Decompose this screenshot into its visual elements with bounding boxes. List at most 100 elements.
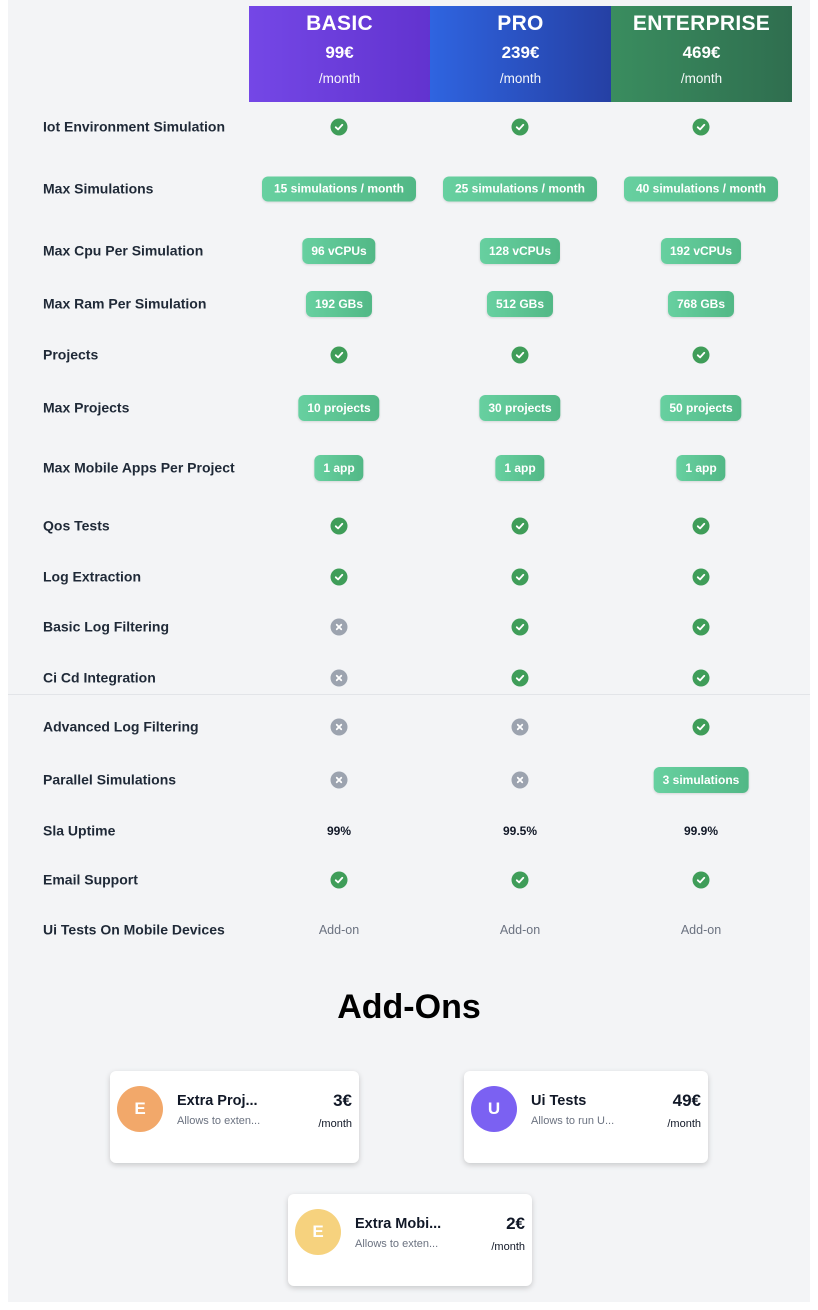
feature-cell bbox=[692, 718, 710, 736]
feature-cell bbox=[511, 871, 529, 889]
feature-cell: 99% bbox=[327, 824, 351, 838]
feature-cell: 30 projects bbox=[479, 395, 561, 421]
plan-period: /month bbox=[318, 71, 361, 86]
feature-label: Advanced Log Filtering bbox=[43, 718, 199, 735]
check-icon bbox=[511, 346, 529, 364]
feature-label: Max Simulations bbox=[43, 180, 154, 197]
value-badge: 10 projects bbox=[298, 395, 380, 421]
value-badge: 192 GBs bbox=[305, 291, 373, 317]
feature-cell bbox=[692, 118, 710, 136]
addon-name: Extra Proj... bbox=[177, 1093, 258, 1109]
addons-title: Add-Ons bbox=[337, 988, 481, 1026]
addon-period: /month bbox=[491, 1241, 525, 1253]
plan-header-enterprise[interactable]: ENTERPRISE 469€ /month bbox=[611, 6, 792, 102]
feature-label: Ci Cd Integration bbox=[43, 669, 156, 686]
feature-cell: Add-on bbox=[681, 923, 721, 937]
feature-label: Projects bbox=[43, 346, 99, 363]
feature-cell: 10 projects bbox=[298, 395, 380, 421]
feature-label: Max Mobile Apps Per Project bbox=[43, 459, 235, 476]
feature-cell bbox=[511, 568, 529, 586]
feature-cell: 99.9% bbox=[684, 824, 718, 838]
feature-cell: Add-on bbox=[319, 923, 359, 937]
value-badge: 30 projects bbox=[479, 395, 561, 421]
addon-card-ui-tests[interactable]: U Ui Tests Allows to run U... 49€ /month bbox=[464, 1071, 708, 1163]
check-icon bbox=[330, 346, 348, 364]
addon-name: Ui Tests bbox=[531, 1093, 587, 1109]
check-icon bbox=[511, 618, 529, 636]
check-icon bbox=[692, 517, 710, 535]
feature-cell bbox=[511, 346, 529, 364]
feature-cell: 512 GBs bbox=[486, 291, 554, 317]
value-badge: 192 vCPUs bbox=[660, 238, 742, 264]
addon-label: Add-on bbox=[680, 923, 722, 937]
feature-cell bbox=[511, 718, 529, 736]
feature-cell bbox=[330, 517, 348, 535]
table-divider bbox=[8, 694, 810, 695]
plan-name: ENTERPRISE bbox=[632, 12, 771, 35]
check-icon bbox=[692, 718, 710, 736]
addon-description: Allows to exten... bbox=[177, 1115, 261, 1127]
feature-cell: 96 vCPUs bbox=[302, 238, 376, 264]
feature-cell bbox=[511, 618, 529, 636]
feature-label: Sla Uptime bbox=[43, 822, 116, 839]
check-icon bbox=[692, 346, 710, 364]
addon-avatar: E bbox=[117, 1086, 163, 1132]
feature-cell bbox=[692, 346, 710, 364]
addon-avatar: U bbox=[471, 1086, 517, 1132]
feature-cell bbox=[330, 871, 348, 889]
check-icon bbox=[511, 517, 529, 535]
value-badge: 1 app bbox=[314, 455, 364, 481]
feature-cell bbox=[330, 771, 348, 789]
addon-card-extra-projects[interactable]: E Extra Proj... Allows to exten... 3€ /m… bbox=[110, 1071, 359, 1163]
feature-cell bbox=[330, 718, 348, 736]
value-badge: 3 simulations bbox=[653, 767, 749, 793]
value-badge: 768 GBs bbox=[667, 291, 735, 317]
feature-cell: 192 GBs bbox=[305, 291, 373, 317]
cross-icon bbox=[330, 771, 348, 789]
check-icon bbox=[511, 118, 529, 136]
value-badge: 50 projects bbox=[660, 395, 742, 421]
cross-icon bbox=[330, 718, 348, 736]
value-badge: 15 simulations / month bbox=[262, 176, 416, 202]
feature-label: Log Extraction bbox=[43, 568, 142, 585]
addon-price: 3€ bbox=[333, 1091, 352, 1110]
addon-label: Add-on bbox=[318, 923, 360, 937]
check-icon bbox=[511, 568, 529, 586]
value-text: 99% bbox=[326, 824, 352, 838]
check-icon bbox=[692, 568, 710, 586]
cross-icon bbox=[511, 718, 529, 736]
feature-cell: 768 GBs bbox=[667, 291, 735, 317]
feature-cell bbox=[330, 669, 348, 687]
feature-label: Max Cpu Per Simulation bbox=[43, 242, 204, 259]
addon-card-extra-mobile-apps[interactable]: E Extra Mobi... Allows to exten... 2€ /m… bbox=[288, 1194, 532, 1286]
feature-cell: 40 simulations / month bbox=[624, 176, 778, 202]
feature-cell bbox=[330, 568, 348, 586]
feature-cell: 15 simulations / month bbox=[262, 176, 416, 202]
plan-name: PRO bbox=[497, 12, 544, 35]
feature-cell bbox=[511, 517, 529, 535]
feature-cell bbox=[692, 669, 710, 687]
addon-price: 49€ bbox=[672, 1091, 701, 1110]
feature-cell bbox=[330, 618, 348, 636]
addon-name: Extra Mobi... bbox=[355, 1216, 442, 1232]
plan-header-basic[interactable]: BASIC 99€ /month bbox=[249, 6, 430, 102]
feature-label: Email Support bbox=[43, 871, 138, 888]
addon-avatar: E bbox=[295, 1209, 341, 1255]
plan-period: /month bbox=[499, 71, 542, 86]
plan-header-pro[interactable]: PRO 239€ /month bbox=[430, 6, 611, 102]
feature-cell: 99.5% bbox=[503, 824, 537, 838]
feature-cell bbox=[692, 568, 710, 586]
feature-label: Basic Log Filtering bbox=[43, 618, 170, 635]
feature-cell bbox=[511, 118, 529, 136]
value-badge: 1 app bbox=[676, 455, 726, 481]
check-icon bbox=[330, 517, 348, 535]
addon-label: Add-on bbox=[499, 923, 541, 937]
addon-price: 2€ bbox=[506, 1214, 525, 1233]
feature-cell: 25 simulations / month bbox=[443, 176, 597, 202]
feature-label: Parallel Simulations bbox=[43, 771, 177, 788]
addon-description: Allows to exten... bbox=[355, 1238, 439, 1250]
value-badge: 512 GBs bbox=[486, 291, 554, 317]
feature-cell: 128 vCPUs bbox=[479, 238, 561, 264]
cross-icon bbox=[511, 771, 529, 789]
feature-cell bbox=[330, 346, 348, 364]
